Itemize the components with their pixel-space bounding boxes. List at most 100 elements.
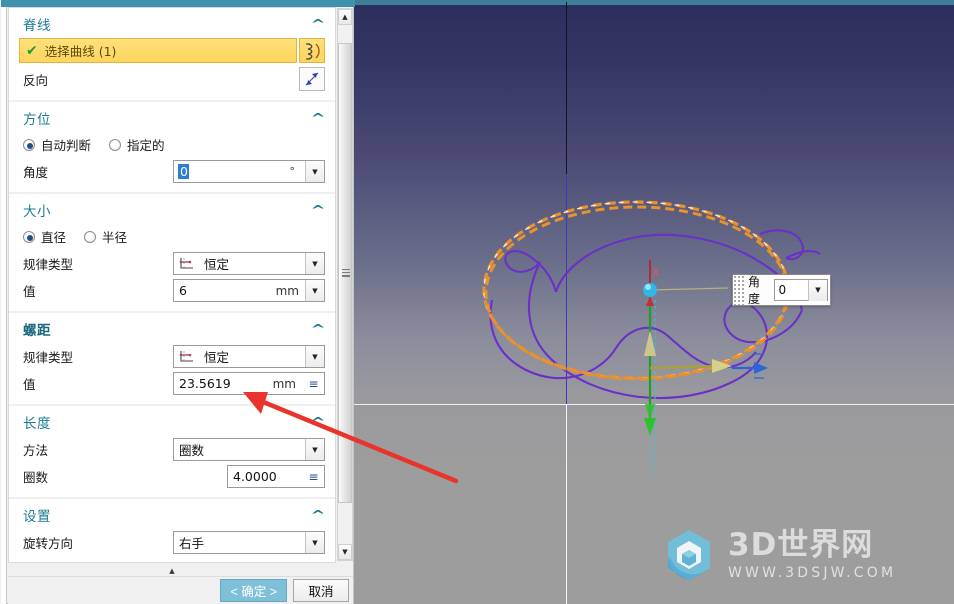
- formula-icon[interactable]: ≡: [302, 373, 324, 394]
- radio-dot-icon: [23, 230, 35, 243]
- chevron-down-icon[interactable]: ▼: [305, 161, 324, 182]
- radio-auto-judge[interactable]: 自动判断: [23, 135, 91, 154]
- radio-diameter-label: 直径: [41, 230, 67, 245]
- section-pitch-title: 螺距: [23, 323, 51, 339]
- dialog-scrollbar[interactable]: ▲ ▼: [337, 8, 353, 561]
- section-length-title: 长度: [23, 416, 51, 432]
- select-curve-label: 选择曲线 (1): [44, 44, 117, 59]
- chevron-down-icon[interactable]: ▼: [305, 253, 324, 274]
- scrollbar-thumb[interactable]: [338, 43, 352, 503]
- size-value-label: 值: [23, 284, 36, 299]
- section-size: 大小 ^ 直径 半径 规律类型 恒定 ▼ 值 6 mm ▼: [9, 194, 335, 313]
- scrollbar-grip-icon: [342, 269, 350, 277]
- size-value-field[interactable]: 6 mm ▼: [173, 279, 325, 302]
- chevron-up-icon[interactable]: ^: [310, 204, 325, 216]
- screen: X 3D世界网 WWW.3DSJW.COM 角度 0 ▼ 脊线 ^ ✔ 选择曲线…: [0, 0, 954, 604]
- 3d-viewport[interactable]: X 3D世界网 WWW.3DSJW.COM 角度 0 ▼: [350, 0, 954, 604]
- section-settings-title: 设置: [23, 509, 51, 525]
- dialog-footer: < 确定 > 取消: [8, 576, 353, 604]
- reverse-direction-icon[interactable]: [299, 67, 325, 91]
- rotation-direction-select[interactable]: 右手 ▼: [173, 531, 325, 554]
- length-method-row: 方法 圈数 ▼: [9, 436, 335, 463]
- angle-value[interactable]: 0: [178, 164, 189, 179]
- spine-pick-row: ✔ 选择曲线 (1): [9, 38, 335, 63]
- pitch-law-type-value: 恒定: [204, 350, 230, 365]
- chevron-up-icon[interactable]: ^: [310, 112, 325, 124]
- chevron-down-icon[interactable]: ▼: [808, 279, 827, 301]
- watermark-logo-icon: [668, 530, 710, 580]
- length-turns-value[interactable]: 4.0000: [228, 469, 302, 484]
- pitch-unit: mm: [272, 376, 296, 391]
- radio-dot-icon: [84, 230, 97, 243]
- radio-specified[interactable]: 指定的: [109, 135, 165, 154]
- radio-dot-icon: [23, 138, 35, 151]
- section-size-header[interactable]: 大小 ^: [9, 194, 335, 224]
- radio-specified-label: 指定的: [127, 138, 165, 153]
- section-orientation-header[interactable]: 方位 ^: [9, 102, 335, 132]
- pitch-value[interactable]: 23.5619: [174, 376, 273, 391]
- rotation-direction-value: 右手: [179, 536, 205, 551]
- formula-icon[interactable]: ≡: [302, 466, 324, 487]
- angle-unit: °: [289, 165, 296, 178]
- length-turns-field[interactable]: 4.0000 ≡: [227, 465, 325, 488]
- length-turns-row: 圈数 4.0000 ≡: [9, 463, 335, 490]
- reverse-row: 反向: [9, 64, 335, 93]
- length-method-value: 圈数: [179, 443, 205, 458]
- length-turns-label: 圈数: [23, 470, 49, 485]
- chevron-up-icon[interactable]: ^: [310, 18, 325, 30]
- section-settings: 设置 ^ 旋转方向 右手 ▼: [9, 499, 335, 562]
- chevron-down-icon[interactable]: ▼: [305, 346, 324, 367]
- law-curve-icon: [179, 351, 193, 362]
- size-law-type-row: 规律类型 恒定 ▼: [9, 250, 335, 277]
- radio-radius-label: 半径: [102, 230, 128, 245]
- watermark-title: 3D世界网: [728, 526, 874, 563]
- select-curve-bar[interactable]: ✔ 选择曲线 (1): [19, 38, 297, 63]
- size-value[interactable]: 6: [174, 283, 276, 298]
- pitch-law-type-select[interactable]: 恒定 ▼: [173, 345, 325, 368]
- radio-dot-icon: [109, 138, 122, 151]
- curve-select-icon[interactable]: [299, 38, 325, 63]
- scroll-down-arrow-icon[interactable]: ▼: [338, 544, 352, 560]
- chevron-down-icon[interactable]: ▼: [305, 439, 324, 460]
- section-size-title: 大小: [23, 204, 51, 220]
- pitch-value-row: 值 23.5619 mm ≡: [9, 370, 335, 397]
- floating-angle-field[interactable]: 0 ▼: [773, 279, 828, 301]
- floating-angle-widget[interactable]: 角度 0 ▼: [732, 274, 831, 306]
- drag-grip-icon[interactable]: [733, 275, 746, 305]
- pitch-law-type-row: 规律类型 恒定 ▼: [9, 343, 335, 370]
- chevron-up-icon[interactable]: ^: [310, 509, 325, 521]
- dialog-content: 脊线 ^ ✔ 选择曲线 (1) 反向 方位 ^ 自动判断 指定的 角度 0 ° …: [8, 7, 336, 563]
- chevron-up-icon[interactable]: ^: [310, 323, 325, 335]
- size-law-type-value: 恒定: [204, 257, 230, 272]
- size-law-type-select[interactable]: 恒定 ▼: [173, 252, 325, 275]
- cancel-button[interactable]: 取消: [293, 579, 349, 602]
- check-icon: ✔: [26, 42, 38, 59]
- section-length-header[interactable]: 长度 ^: [9, 406, 335, 436]
- section-pitch-header[interactable]: 螺距 ^: [9, 313, 335, 343]
- radio-auto-judge-label: 自动判断: [41, 138, 92, 153]
- section-length: 长度 ^ 方法 圈数 ▼ 圈数 4.0000 ≡: [9, 406, 335, 499]
- section-spine-title: 脊线: [23, 18, 51, 34]
- scroll-up-arrow-icon[interactable]: ▲: [338, 9, 352, 25]
- section-spine: 脊线 ^ ✔ 选择曲线 (1) 反向: [9, 8, 335, 102]
- angle-field[interactable]: 0 ° ▼: [173, 160, 325, 183]
- length-method-select[interactable]: 圈数 ▼: [173, 438, 325, 461]
- pitch-law-type-label: 规律类型: [23, 350, 74, 365]
- section-pitch: 螺距 ^ 规律类型 恒定 ▼ 值 23.5619 mm ≡: [9, 313, 335, 406]
- pitch-value-label: 值: [23, 377, 36, 392]
- radio-radius[interactable]: 半径: [84, 227, 127, 246]
- section-spine-header[interactable]: 脊线 ^: [9, 8, 335, 38]
- ok-button[interactable]: < 确定 >: [220, 579, 287, 602]
- floating-angle-value[interactable]: 0: [775, 283, 808, 297]
- watermark: 3D世界网 WWW.3DSJW.COM: [662, 528, 896, 582]
- dialog-collapse-grip[interactable]: ▲: [8, 565, 336, 576]
- chevron-down-icon[interactable]: ▼: [305, 280, 324, 301]
- chevron-up-icon[interactable]: ^: [310, 416, 325, 428]
- radio-diameter[interactable]: 直径: [23, 227, 66, 246]
- chevron-down-icon[interactable]: ▼: [305, 532, 324, 553]
- pitch-value-field[interactable]: 23.5619 mm ≡: [173, 372, 325, 395]
- orientation-radio-group: 自动判断 指定的: [9, 132, 335, 158]
- dialog-titlebar[interactable]: [1, 0, 355, 7]
- geometry-layer: X: [482, 200, 821, 478]
- section-settings-header[interactable]: 设置 ^: [9, 499, 335, 529]
